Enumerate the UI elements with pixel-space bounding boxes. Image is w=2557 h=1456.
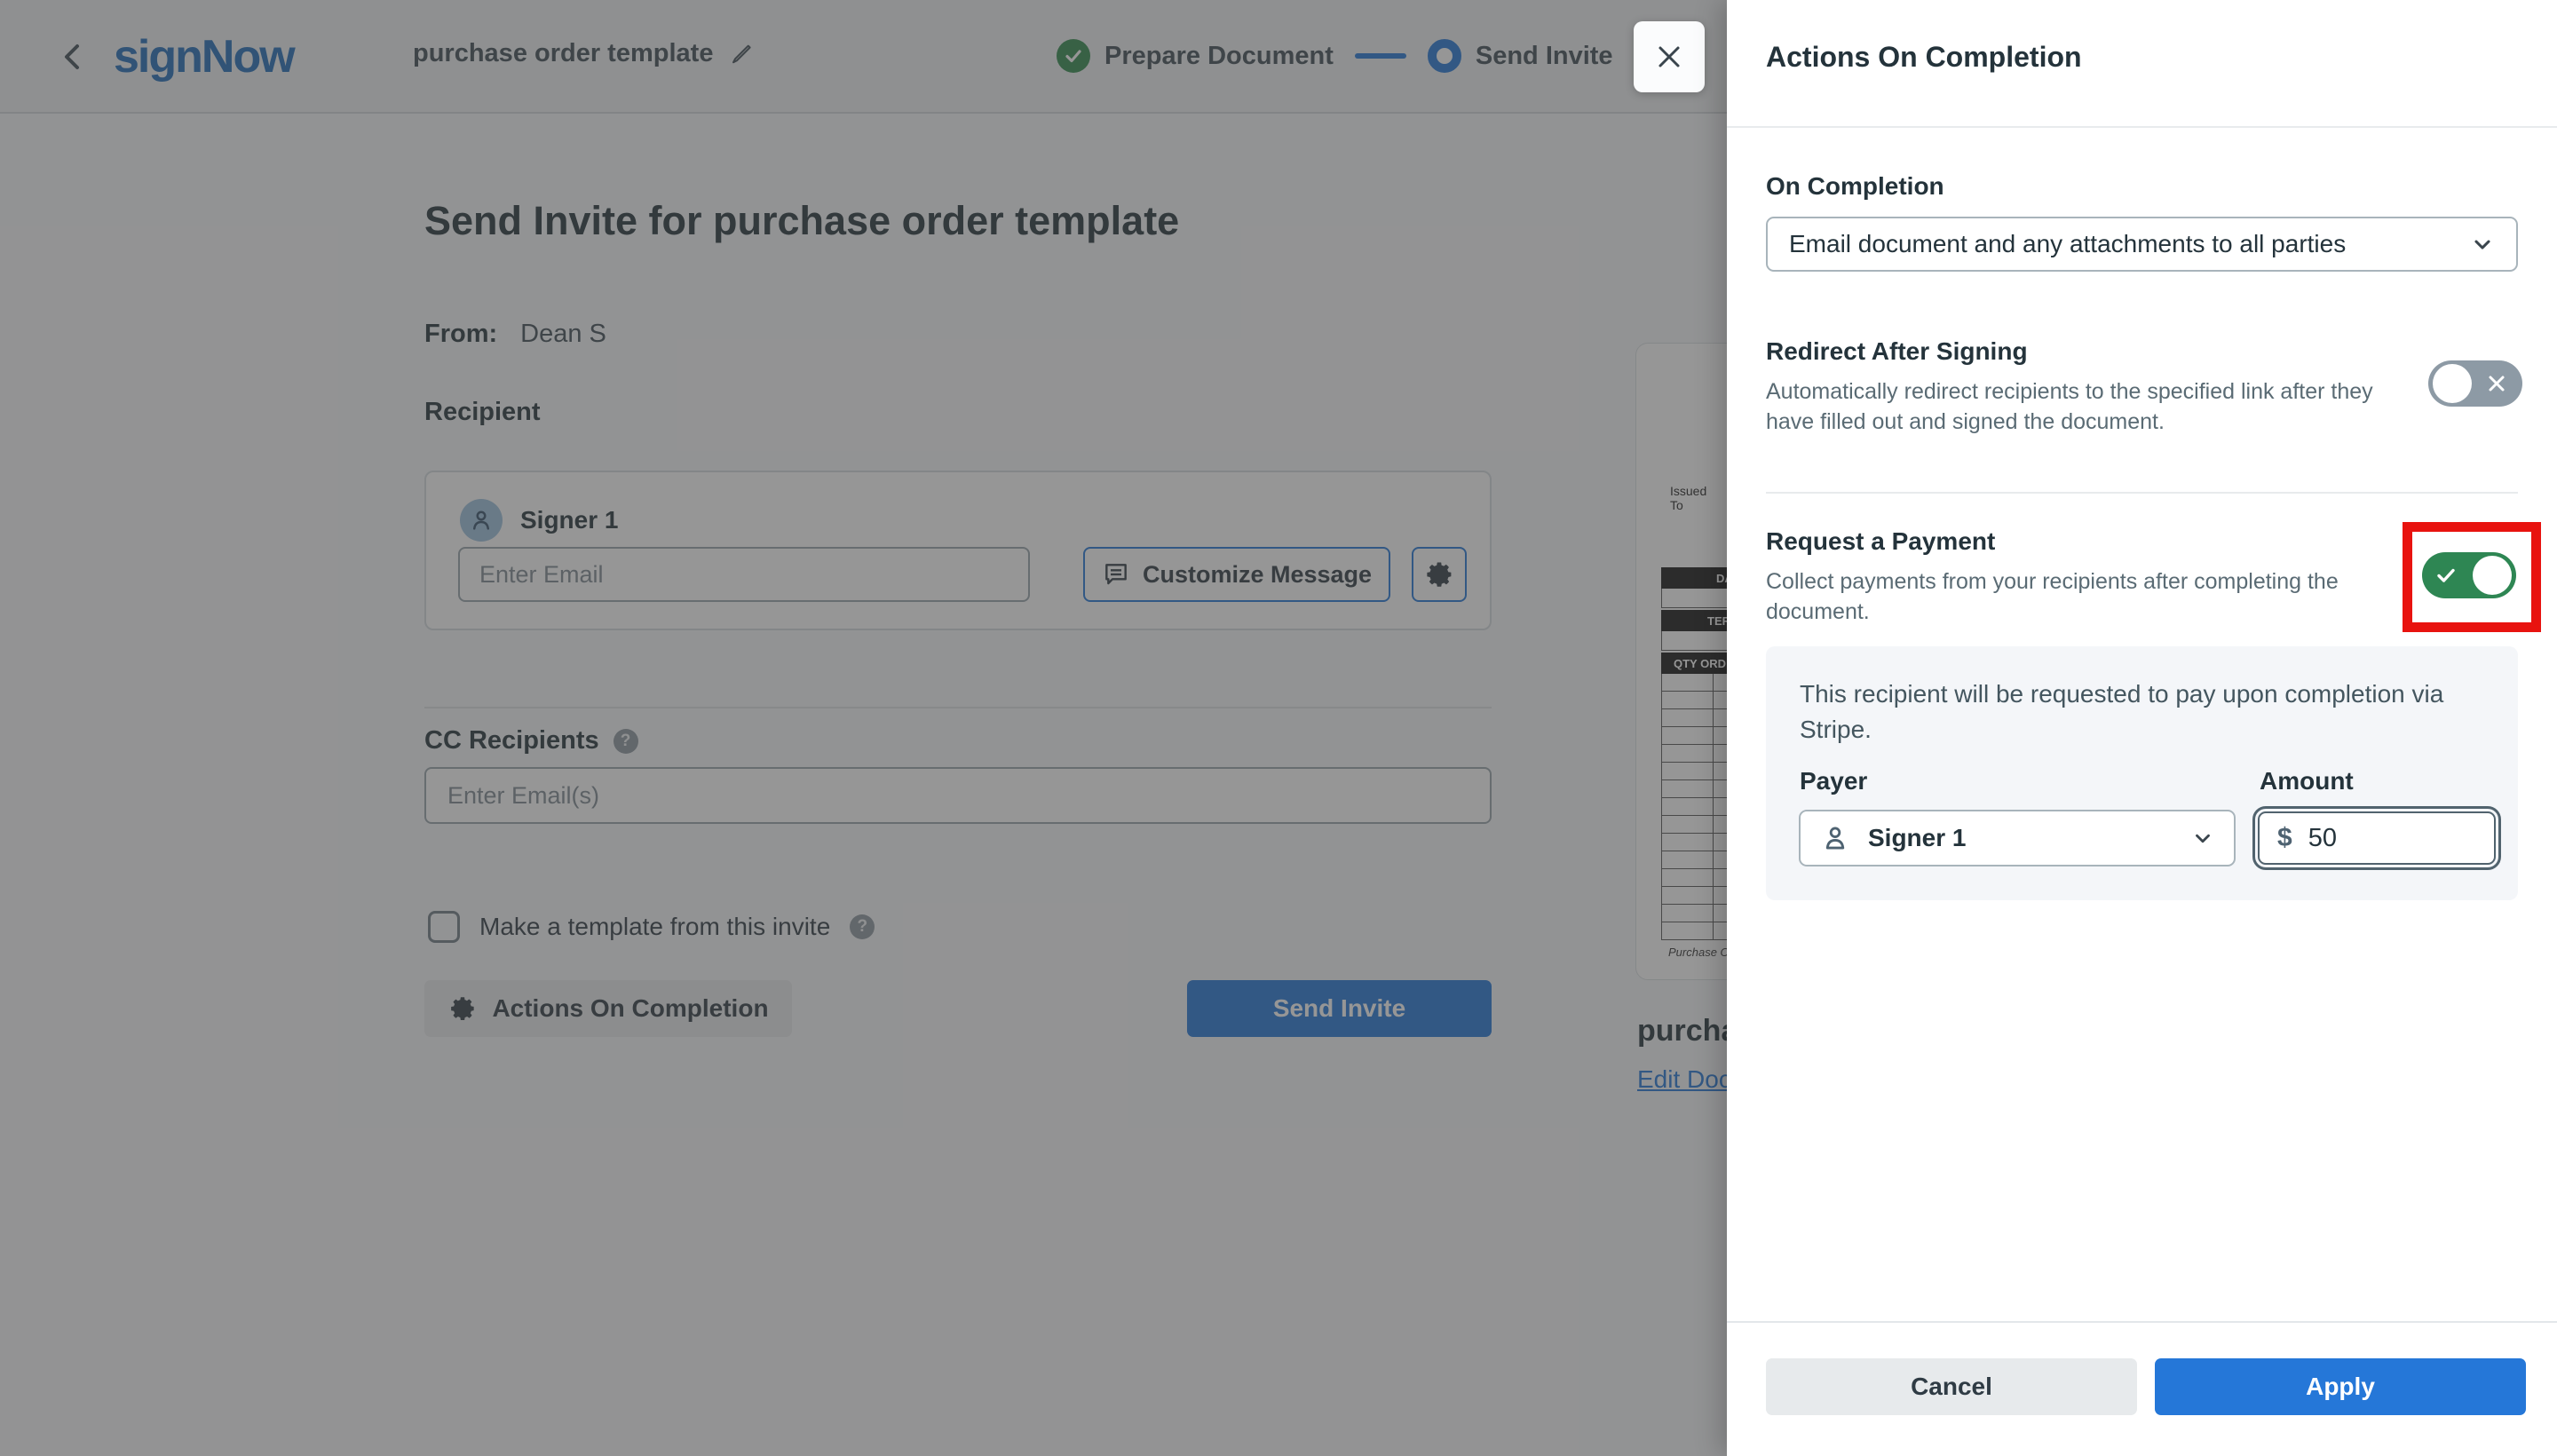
toggle-x-icon [2485, 372, 2508, 395]
request-payment-description: Collect payments from your recipients af… [1766, 566, 2352, 627]
payment-details-box: This recipient will be requested to pay … [1766, 646, 2518, 900]
chevron-down-icon [2470, 232, 2495, 257]
request-payment-toggle-on[interactable] [2422, 552, 2516, 598]
payment-info-text: This recipient will be requested to pay … [1800, 677, 2457, 748]
close-button[interactable] [1634, 21, 1705, 92]
payer-select[interactable]: Signer 1 [1799, 810, 2236, 866]
panel-divider [1766, 492, 2518, 494]
panel-footer: Cancel Apply [1727, 1321, 2557, 1456]
actions-on-completion-panel: Actions On Completion On Completion Emai… [1727, 0, 2557, 1456]
redirect-toggle-off[interactable] [2428, 360, 2522, 407]
payer-label: Payer [1800, 767, 1867, 795]
toggle-knob [2473, 556, 2512, 595]
on-completion-select[interactable]: Email document and any attachments to al… [1766, 217, 2518, 272]
on-completion-label: On Completion [1766, 172, 1944, 201]
redirect-after-signing-title: Redirect After Signing [1766, 337, 2028, 366]
amount-input-field[interactable]: $ [2258, 811, 2496, 865]
panel-title: Actions On Completion [1766, 41, 2082, 74]
toggle-check-icon [2434, 564, 2458, 587]
dollar-icon: $ [2277, 823, 2292, 853]
cancel-button[interactable]: Cancel [1766, 1358, 2137, 1415]
person-icon [1820, 823, 1850, 853]
request-payment-title: Request a Payment [1766, 527, 1995, 556]
panel-divider [1727, 126, 2557, 128]
amount-label: Amount [2260, 767, 2354, 795]
toggle-knob [2433, 364, 2472, 403]
redirect-after-signing-description: Automatically redirect recipients to the… [1766, 376, 2379, 437]
apply-button[interactable]: Apply [2155, 1358, 2526, 1415]
amount-input[interactable] [2308, 824, 2442, 853]
chevron-down-icon [2191, 827, 2214, 850]
